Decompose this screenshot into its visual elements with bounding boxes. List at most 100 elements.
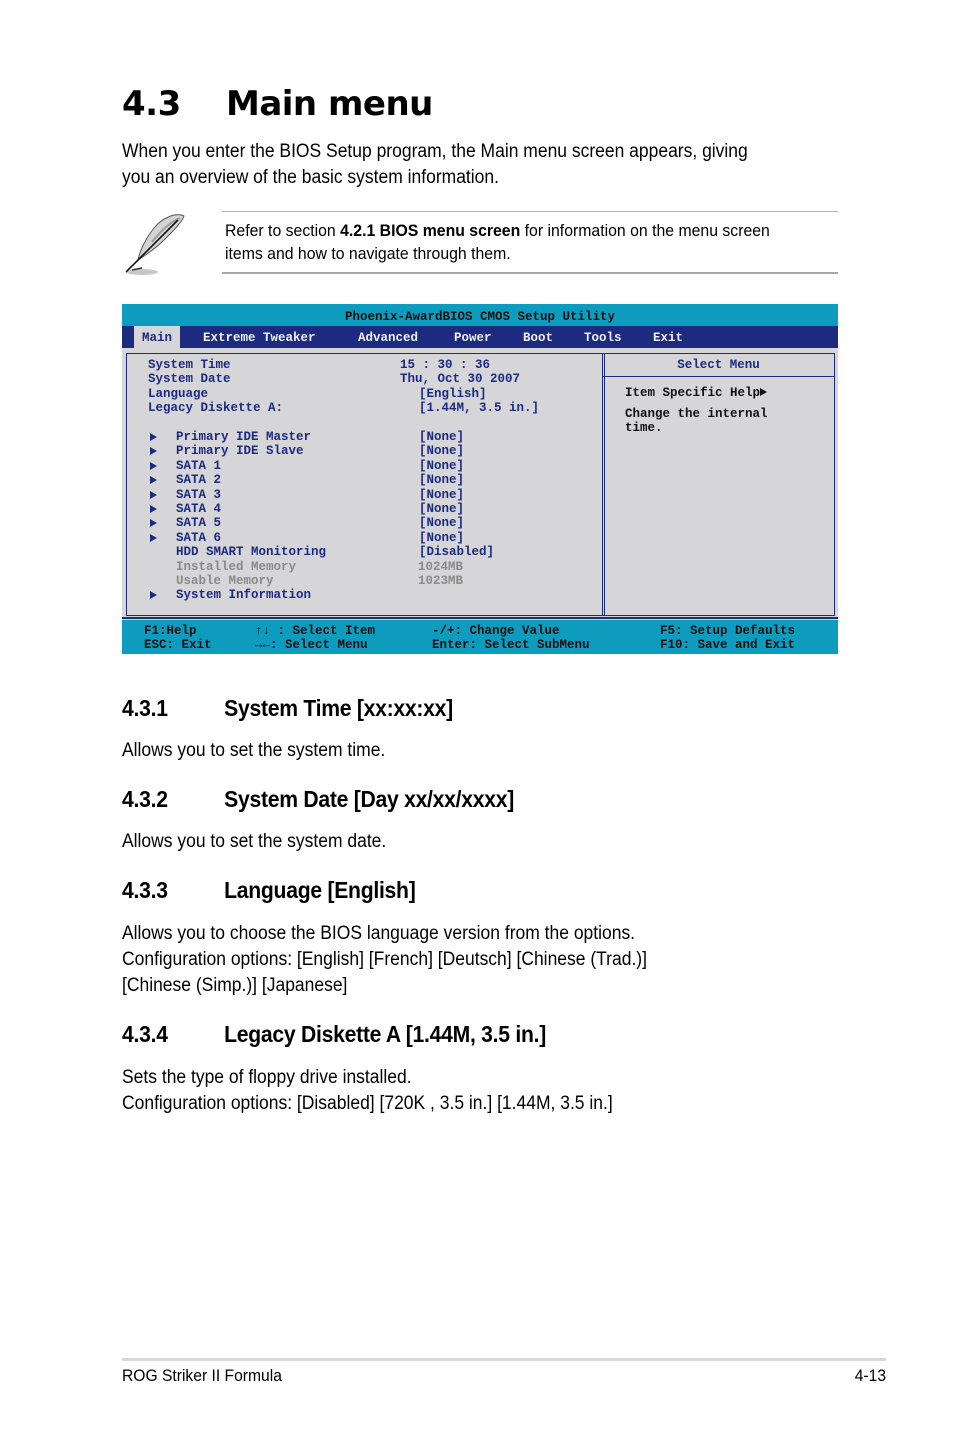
item-specific-help: Item Specific Help: [625, 386, 768, 400]
footer-product-name: ROG Striker II Formula: [122, 1366, 282, 1385]
bios-setting-row[interactable]: System Time 15 : 30 : 36: [127, 358, 597, 372]
note-divider-top: [222, 211, 838, 212]
bios-setting-value[interactable]: [None]: [419, 516, 464, 530]
feather-pen-icon: [118, 208, 190, 280]
bios-tab-tools[interactable]: Tools: [584, 326, 622, 348]
bios-setting-row[interactable]: SATA 4 [None]: [127, 502, 597, 516]
bios-setting-label: System Time: [148, 358, 231, 372]
subsection-body: Allows you to choose the BIOS language v…: [122, 921, 647, 999]
intro-line: you an overview of the basic system info…: [122, 167, 499, 188]
footer-page-number: 4-13: [854, 1366, 886, 1385]
triangle-right-icon: [760, 388, 768, 396]
note-line2: items and how to navigate through them.: [225, 244, 511, 263]
subsection-title: System Time [xx:xx:xx]: [224, 695, 453, 721]
bios-tab-main[interactable]: Main: [134, 326, 181, 348]
section-title: Main menu: [226, 84, 433, 124]
subsection-title: System Date [Day xx/xx/xxxx]: [224, 786, 514, 812]
subsection-number: 4.3.1: [122, 695, 168, 721]
page-title: 4.3 Main menu: [122, 84, 433, 124]
submenu-arrow-icon: [150, 433, 157, 441]
subsection-body: Allows you to set the system time.: [122, 740, 386, 761]
bios-setting-row[interactable]: Primary IDE Master [None]: [127, 430, 597, 444]
bios-setting-row[interactable]: HDD SMART Monitoring [Disabled]: [127, 545, 597, 559]
bios-setting-label: SATA 2: [176, 473, 222, 488]
bios-setting-row[interactable]: SATA 1 [None]: [127, 459, 597, 473]
bios-setting-value[interactable]: 15 : 30 : 36: [400, 358, 490, 372]
intro-text: When you enter the BIOS Setup program, t…: [122, 139, 748, 191]
key-f10-save-exit: F10: Save and Exit: [660, 638, 796, 652]
submenu-arrow-icon: [150, 461, 157, 470]
footer-divider: [122, 1358, 886, 1361]
bios-setting-value[interactable]: Thu, Oct 30 2007: [400, 372, 520, 386]
bios-setting-value[interactable]: 1023MB: [418, 574, 463, 588]
bios-screen: Phoenix-AwardBIOS CMOS Setup Utility Mai…: [122, 304, 838, 654]
help-text-line: Change the internal: [625, 407, 768, 421]
bios-setting-value[interactable]: [None]: [419, 444, 464, 458]
subsection-heading: 4.3.2 System Date [Day xx/xx/xxxx]: [122, 786, 514, 813]
bios-setting-label: System Information: [176, 588, 312, 603]
submenu-arrow-icon: [150, 505, 157, 513]
key-enter-submenu: Enter: Select SubMenu: [432, 638, 590, 652]
bios-setting-value[interactable]: [Disabled]: [419, 545, 494, 559]
bios-setting-row[interactable]: Installed Memory 1024MB: [127, 560, 597, 574]
bios-setting-label: SATA 4: [176, 502, 222, 516]
intro-line: When you enter the BIOS Setup program, t…: [122, 141, 748, 162]
bios-setting-value[interactable]: [None]: [419, 488, 464, 502]
note-text: Refer to section 4.2.1 BIOS menu screen …: [225, 219, 770, 265]
note-divider-bottom: [222, 272, 838, 274]
submenu-arrow-icon: [150, 519, 157, 528]
bios-setting-row[interactable]: System Date Thu, Oct 30 2007: [127, 372, 597, 386]
note-prefix: Refer to section: [225, 221, 341, 240]
bios-setting-row[interactable]: SATA 3 [None]: [127, 488, 597, 502]
bios-setting-value[interactable]: [None]: [419, 430, 464, 444]
bios-setting-row[interactable]: SATA 6 [None]: [127, 531, 597, 545]
bios-setting-label: Usable Memory: [176, 574, 274, 588]
bios-setting-value[interactable]: 1024MB: [418, 560, 463, 574]
bios-setting-row[interactable]: Primary IDE Slave [None]: [127, 444, 597, 458]
bios-setting-row[interactable]: Legacy Diskette A: [1.44M, 3.5 in.]: [127, 401, 597, 415]
bios-setting-label: Installed Memory: [176, 559, 297, 574]
bios-setting-row[interactable]: Language [English]: [127, 387, 597, 401]
subsection-heading: 4.3.1 System Time [xx:xx:xx]: [122, 695, 453, 722]
body-line: Configuration options: [Disabled] [720K …: [122, 1093, 613, 1114]
bios-setting-row[interactable]: SATA 2 [None]: [127, 473, 597, 487]
bios-setting-value[interactable]: [English]: [419, 387, 487, 401]
bios-setting-value[interactable]: [None]: [419, 459, 464, 473]
bios-setting-value[interactable]: [None]: [419, 502, 464, 516]
subsection-title: Legacy Diskette A [1.44M, 3.5 in.]: [224, 1021, 546, 1047]
bios-tab-advanced[interactable]: Advanced: [358, 326, 418, 348]
bios-help-panel: Select Menu Item Specific Help Change th…: [602, 353, 835, 616]
bios-setting-label: Primary IDE Slave: [176, 444, 304, 459]
subsection-number: 4.3.2: [122, 786, 168, 812]
bios-setting-value[interactable]: [None]: [419, 473, 464, 487]
key-esc-exit: ESC: Exit: [144, 638, 212, 652]
subsection-number: 4.3.4: [122, 1021, 168, 1047]
bios-menu-bar: Main Extreme Tweaker Advanced Power Boot…: [122, 326, 838, 348]
body-line: Sets the type of floppy drive installed.: [122, 1067, 412, 1088]
submenu-arrow-icon: [150, 591, 157, 600]
bios-tab-power[interactable]: Power: [454, 326, 492, 348]
submenu-arrow-icon: [150, 490, 157, 499]
bios-tab-extreme-tweaker[interactable]: Extreme Tweaker: [203, 326, 316, 348]
bios-setting-label: System Date: [148, 372, 231, 387]
subsection-number: 4.3.3: [122, 877, 168, 903]
bios-setting-label: SATA 5: [176, 516, 222, 531]
help-header: Select Menu: [603, 354, 834, 377]
bios-tab-boot[interactable]: Boot: [523, 326, 553, 348]
bios-setting-row[interactable]: SATA 5 [None]: [127, 516, 597, 530]
section-number: 4.3: [122, 84, 181, 124]
bios-setting-row[interactable]: Usable Memory 1023MB: [127, 574, 597, 588]
key-select-menu: →←: Select Menu: [255, 638, 368, 652]
bios-tab-exit[interactable]: Exit: [653, 326, 683, 348]
body-line: [Chinese (Simp.)] [Japanese]: [122, 975, 348, 996]
bios-setting-row[interactable]: System Information: [127, 588, 597, 602]
bios-title: Phoenix-AwardBIOS CMOS Setup Utility: [122, 304, 838, 326]
submenu-arrow-icon: [150, 447, 157, 456]
bios-key-legend: F1:Help ESC: Exit ↑↓ : Select Item →←: S…: [122, 620, 838, 654]
body-line: Allows you to choose the BIOS language v…: [122, 923, 636, 944]
bios-setting-value[interactable]: [None]: [419, 531, 464, 545]
subsection-body: Sets the type of floppy drive installed.…: [122, 1065, 613, 1117]
bios-setting-value[interactable]: [1.44M, 3.5 in.]: [419, 401, 539, 415]
bios-setting-label: Language: [148, 386, 209, 401]
key-change-value: -/+: Change Value: [432, 624, 560, 638]
